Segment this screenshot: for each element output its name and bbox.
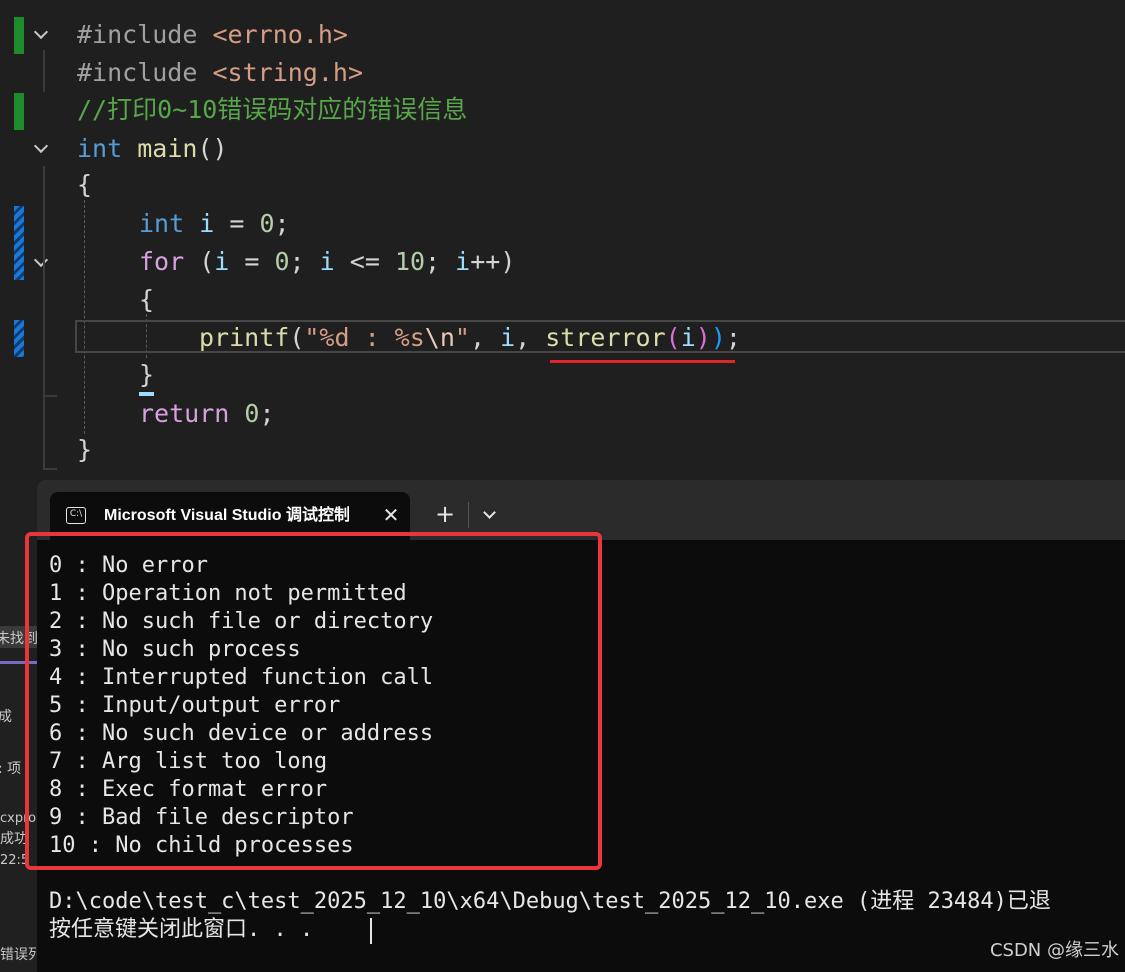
function-strerror: strerror <box>545 323 666 352</box>
function-name: main <box>137 134 198 163</box>
paren-open: ( <box>665 323 681 352</box>
close-icon[interactable]: ✕ <box>379 503 403 527</box>
operator: <= <box>334 247 395 276</box>
code-line-7[interactable]: for (i = 0; i <= 10; i++) <box>139 245 515 279</box>
outline-guide <box>43 282 45 396</box>
watermark: CSDN @缘三水 <box>989 940 1119 961</box>
keyword-int: int <box>77 134 123 163</box>
comma: , <box>515 323 546 352</box>
change-marker-unsaved <box>14 206 24 280</box>
number-literal: 0 <box>259 209 275 238</box>
code-line-12[interactable]: } <box>77 433 92 467</box>
panel-text: 错误列 <box>0 947 37 963</box>
escape-sequence: \n <box>424 323 455 352</box>
change-marker-saved <box>14 93 24 130</box>
outline-guide-end <box>43 468 57 470</box>
exit-message: D:\code\test_c\test_2025_12_10\x64\Debug… <box>49 889 1051 914</box>
outline-guide-end <box>43 395 57 397</box>
tab-separator <box>468 502 469 528</box>
terminal-tab-bar: C:\ Microsoft Visual Studio 调试控制台 ✕ + <box>37 480 1125 540</box>
string-literal-end: " <box>454 323 470 352</box>
variable-i: i <box>214 247 230 276</box>
variable-i: i <box>500 323 516 352</box>
code-line-4[interactable]: int main() <box>77 132 228 166</box>
include-header: <string.h> <box>212 58 363 87</box>
indent-guide <box>84 200 85 434</box>
terminal-icon: C:\ <box>66 507 86 524</box>
paren-open: ( <box>289 323 305 352</box>
code-line-3-comment[interactable]: //打印0~10错误码对应的错误信息 <box>77 93 467 127</box>
operator: = <box>229 247 275 276</box>
code-line-1[interactable]: #include <errno.h> <box>77 18 348 52</box>
brace-match-marker <box>139 392 154 396</box>
code-line-6[interactable]: int i = 0; <box>139 207 290 241</box>
comma: , <box>469 323 501 352</box>
operator-increment: ++ <box>470 247 501 276</box>
number-literal: 10 <box>394 247 426 276</box>
code-line-11[interactable]: return 0; <box>139 397 275 431</box>
function-printf: printf <box>199 323 290 352</box>
code-editor[interactable]: #include <errno.h> #include <string.h> /… <box>0 0 1125 480</box>
semicolon: ; <box>259 399 275 428</box>
variable-i: i <box>455 247 471 276</box>
keyword-int: int <box>139 209 185 238</box>
operator: = <box>214 209 260 238</box>
preprocessor-directive: #include <box>77 20 198 49</box>
separator: ; <box>425 247 456 276</box>
number-literal: 0 <box>274 247 290 276</box>
semicolon: ; <box>725 323 741 352</box>
fold-chevron-down-icon[interactable] <box>31 138 53 160</box>
panel-text: 成功 <box>0 831 28 847</box>
text-cursor <box>370 918 372 944</box>
change-marker-saved <box>14 17 24 54</box>
code-line-9[interactable]: printf("%d : %s\n", i, strerror(i)); <box>199 321 741 355</box>
string-literal: "%d : %s <box>304 323 425 352</box>
panel-text: 成 <box>0 709 12 725</box>
number-literal: 0 <box>244 399 260 428</box>
paren-close: ) <box>710 323 726 352</box>
keyword-return: return <box>139 399 230 428</box>
press-key-message: 按任意键关闭此窗口. . . <box>49 917 314 942</box>
outline-guide <box>43 50 45 92</box>
fold-chevron-down-icon[interactable] <box>31 252 53 274</box>
separator: ; <box>289 247 320 276</box>
paren-close: ) <box>695 323 711 352</box>
code-line-10[interactable]: } <box>139 358 154 392</box>
terminal-tab-title: Microsoft Visual Studio 调试控制台 <box>104 507 349 524</box>
red-highlight-box <box>25 532 602 870</box>
paren-close: ) <box>500 247 516 276</box>
code-line-2[interactable]: #include <string.h> <box>77 56 363 90</box>
code-line-5[interactable]: { <box>77 168 92 202</box>
parens: () <box>197 134 228 163</box>
keyword-for: for <box>139 247 185 276</box>
new-tab-button[interactable]: + <box>432 500 458 528</box>
paren-open: ( <box>184 247 215 276</box>
red-underline-annotation <box>550 360 735 363</box>
variable-i: i <box>199 209 215 238</box>
include-header: <errno.h> <box>212 20 348 49</box>
code-line-8[interactable]: { <box>139 283 154 317</box>
fold-chevron-down-icon[interactable] <box>31 24 53 46</box>
semicolon: ; <box>274 209 290 238</box>
variable-i: i <box>319 247 335 276</box>
preprocessor-directive: #include <box>77 58 198 87</box>
chevron-down-icon[interactable] <box>478 502 502 528</box>
variable-i: i <box>680 323 696 352</box>
panel-text: : 项 <box>0 761 22 777</box>
change-marker-unsaved <box>14 320 24 357</box>
